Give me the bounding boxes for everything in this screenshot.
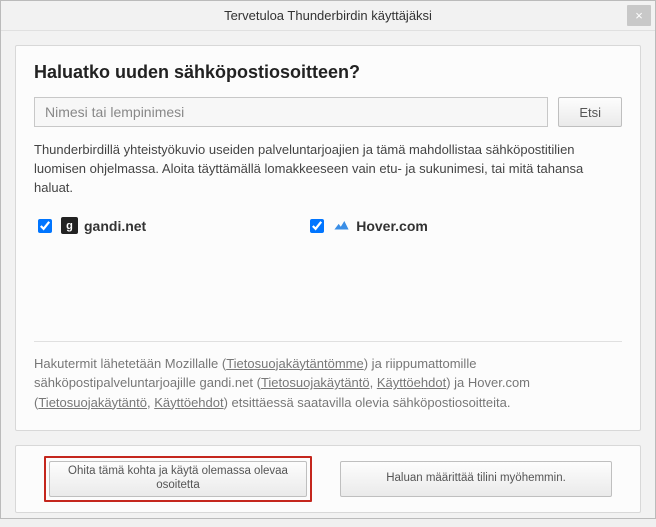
skip-use-existing-button[interactable]: Ohita tämä kohta ja käytä olemassa oleva…: [49, 461, 307, 497]
link-gandi-tos[interactable]: Käyttöehdot: [377, 375, 446, 390]
link-gandi-privacy[interactable]: Tietosuojakäytäntö: [261, 375, 370, 390]
provider-hover-label: Hover.com: [356, 218, 428, 234]
link-hover-tos[interactable]: Käyttöehdot: [154, 395, 223, 410]
privacy-footer: Hakutermit lähetetään Mozillalle (Tietos…: [34, 341, 622, 413]
main-panel: Haluatko uuden sähköpostiosoitteen? Etsi…: [15, 45, 641, 431]
gandi-icon: g: [61, 217, 78, 234]
title-bar: Tervetuloa Thunderbirdin käyttäjäksi ×: [1, 1, 655, 31]
configure-later-button[interactable]: Haluan määrittää tilini myöhemmin.: [340, 461, 612, 497]
provider-gandi-label: gandi.net: [84, 218, 146, 234]
provider-hover-checkbox[interactable]: [310, 219, 324, 233]
provider-hover[interactable]: Hover.com: [306, 216, 428, 236]
provider-gandi-checkbox[interactable]: [38, 219, 52, 233]
description-text: Thunderbirdillä yhteistyökuvio useiden p…: [34, 141, 622, 198]
dialog-window: Tervetuloa Thunderbirdin käyttäjäksi × H…: [0, 0, 656, 519]
button-bar: Ohita tämä kohta ja käytä olemassa oleva…: [15, 445, 641, 513]
page-heading: Haluatko uuden sähköpostiosoitteen?: [34, 62, 622, 83]
link-mozilla-privacy[interactable]: Tietosuojakäytäntömme: [226, 356, 364, 371]
highlighted-button-frame: Ohita tämä kohta ja käytä olemassa oleva…: [44, 456, 312, 502]
content-area: Haluatko uuden sähköpostiosoitteen? Etsi…: [1, 31, 655, 527]
name-input[interactable]: [34, 97, 548, 127]
close-button[interactable]: ×: [627, 5, 651, 26]
provider-list: g gandi.net Hover.com: [34, 216, 622, 236]
hover-icon: [333, 217, 350, 234]
link-hover-privacy[interactable]: Tietosuojakäytäntö: [38, 395, 147, 410]
window-title: Tervetuloa Thunderbirdin käyttäjäksi: [224, 8, 432, 23]
search-row: Etsi: [34, 97, 622, 127]
search-button[interactable]: Etsi: [558, 97, 622, 127]
close-icon: ×: [635, 8, 643, 23]
provider-gandi[interactable]: g gandi.net: [34, 216, 146, 236]
